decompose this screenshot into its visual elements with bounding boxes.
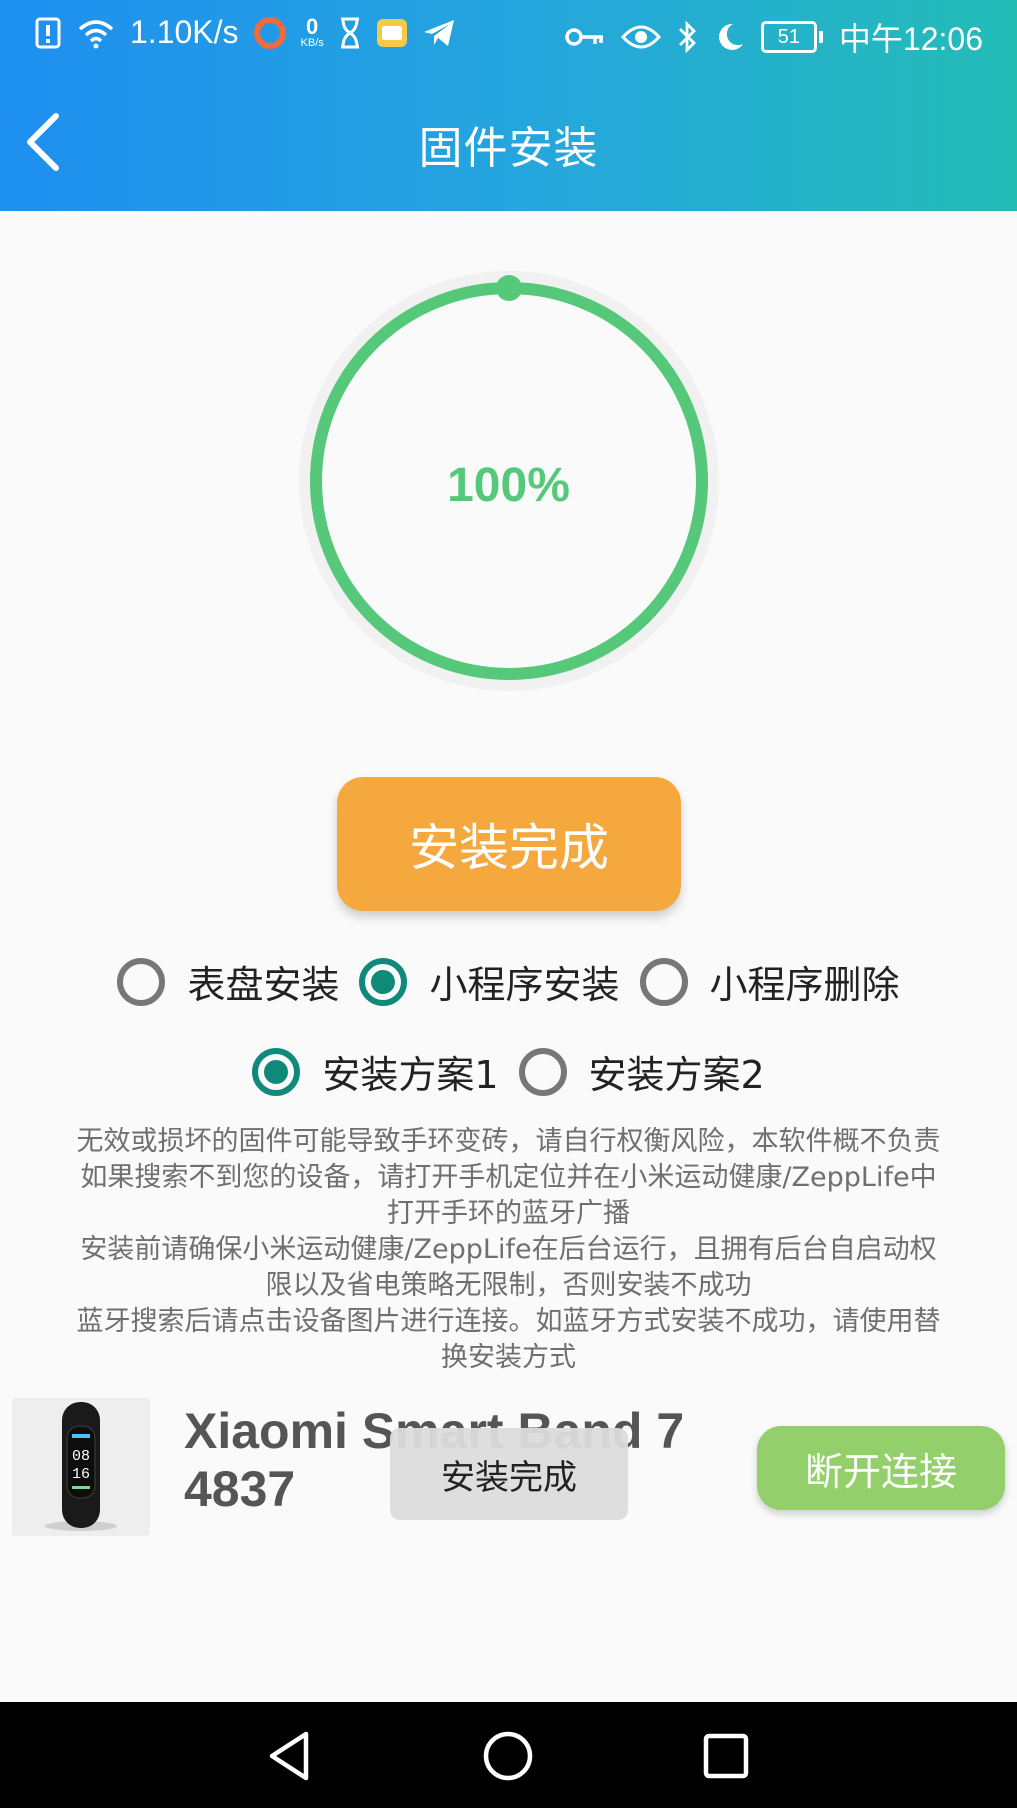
telegram-icon xyxy=(423,19,454,46)
note-line: 如果搜索不到您的设备，请打开手机定位并在小米运动健康/ZeppLife中 xyxy=(80,1162,937,1193)
toast-message: 安装完成 xyxy=(390,1428,628,1520)
radio-button[interactable] xyxy=(518,1047,567,1096)
eye-icon xyxy=(620,25,661,49)
instructions-text: 无效或损坏的固件可能导致手环变砖，请自行权衡风险，本软件概不负责 如果搜索不到您… xyxy=(50,1124,967,1376)
device-image[interactable]: 08 16 xyxy=(12,1398,150,1536)
note-line: 安装前请确保小米运动健康/ZeppLife在后台运行，且拥有后台自启动权 xyxy=(80,1234,937,1265)
progress-percent: 100% xyxy=(447,459,570,512)
radio-miniapp-delete[interactable]: 小程序删除 xyxy=(639,954,900,1009)
radio-plan-1[interactable]: 安装方案1 xyxy=(252,1044,499,1099)
note-line: 蓝牙搜索后请点击设备图片进行连接。如蓝牙方式安装不成功，请使用替 xyxy=(76,1306,941,1337)
alert-icon xyxy=(35,17,61,48)
record-icon xyxy=(253,16,286,49)
radio-button-selected[interactable] xyxy=(359,957,408,1006)
battery-icon: 51 xyxy=(760,21,823,53)
radio-button[interactable] xyxy=(117,957,166,1006)
back-nav-icon[interactable] xyxy=(260,1726,320,1786)
radio-button[interactable] xyxy=(639,957,688,1006)
radio-plan-2[interactable]: 安装方案2 xyxy=(518,1044,765,1099)
device-screen-minutes: 16 xyxy=(72,1466,90,1483)
radio-button-selected[interactable] xyxy=(252,1047,301,1096)
home-nav-icon[interactable] xyxy=(478,1726,538,1786)
bluetooth-icon xyxy=(678,20,696,54)
battery-level: 51 xyxy=(777,25,801,48)
note-line: 换安装方式 xyxy=(441,1342,576,1373)
install-plan-group: 安装方案1 安装方案2 xyxy=(0,1044,1017,1099)
network-speed: 1.10K/s xyxy=(130,14,239,50)
status-bar: 1.10K/s 0 KB/s 51 中午12:06 xyxy=(0,0,1017,72)
install-complete-button[interactable]: 安装完成 xyxy=(337,777,681,911)
recents-nav-icon[interactable] xyxy=(696,1726,756,1786)
page-title: 固件安装 xyxy=(418,123,599,174)
hourglass-icon xyxy=(340,17,359,48)
radio-watchface-install[interactable]: 表盘安装 xyxy=(117,954,339,1009)
install-type-group: 表盘安装 小程序安装 小程序删除 xyxy=(0,954,1017,1009)
wifi-icon xyxy=(78,19,114,48)
note-line: 限以及省电策略无限制，否则安装不成功 xyxy=(265,1270,752,1301)
folder-app-icon xyxy=(376,18,407,47)
progress-knob xyxy=(496,275,522,301)
system-nav-bar xyxy=(0,1702,1017,1808)
key-icon xyxy=(565,28,603,46)
disconnect-button[interactable]: 断开连接 xyxy=(757,1426,1005,1510)
moon-icon xyxy=(718,23,743,50)
speed-badge: 0 KB/s xyxy=(300,14,324,49)
device-screen-hours: 08 xyxy=(72,1448,90,1465)
radio-miniapp-install[interactable]: 小程序安装 xyxy=(359,954,620,1009)
note-line: 打开手环的蓝牙广播 xyxy=(387,1198,630,1229)
clock: 中午12:06 xyxy=(838,21,983,57)
note-line: 无效或损坏的固件可能导致手环变砖，请自行权衡风险，本软件概不负责 xyxy=(76,1126,941,1157)
